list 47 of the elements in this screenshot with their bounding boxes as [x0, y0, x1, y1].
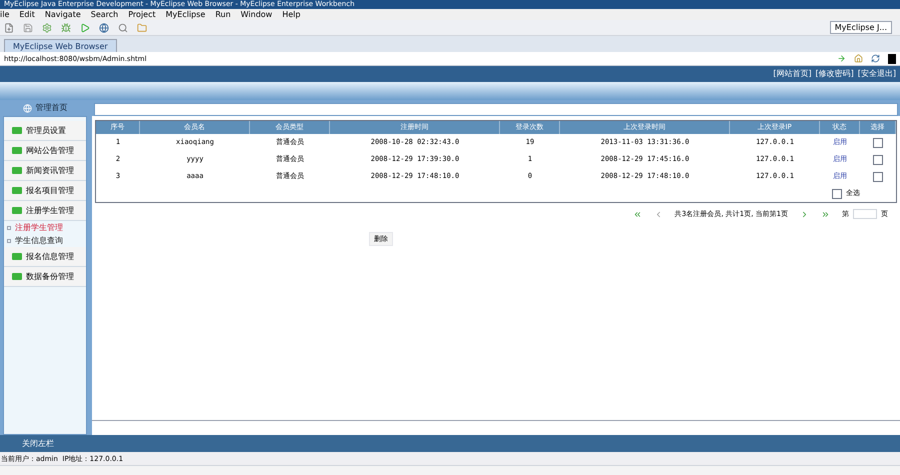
editor-tab[interactable]: MyEclipse Web Browser	[4, 39, 117, 52]
bullet-icon	[7, 226, 11, 230]
menu-item[interactable]: MyEclipse	[166, 8, 206, 20]
checkbox[interactable]	[873, 138, 883, 148]
menu-item[interactable]: Navigate	[44, 8, 81, 20]
bug-icon[interactable]	[61, 22, 71, 32]
search-icon[interactable]	[118, 22, 128, 32]
header-link[interactable]: [修改密码]	[816, 68, 854, 80]
sidebar-menu-item[interactable]: 报名信息管理	[4, 247, 86, 267]
sidebar-menu-item[interactable]: 报名项目管理	[4, 181, 86, 201]
menu-item[interactable]: Run	[215, 8, 231, 20]
gear-icon[interactable]	[42, 22, 52, 32]
checkbox[interactable]	[832, 188, 842, 198]
bullet-icon	[7, 238, 11, 242]
new-file-icon[interactable]	[4, 22, 14, 32]
perspective-button[interactable]: MyEclipse J...	[830, 21, 892, 34]
header-link[interactable]: [安全退出]	[858, 68, 896, 80]
home-icon[interactable]	[854, 54, 863, 63]
menu-item[interactable]: Search	[90, 8, 118, 20]
last-page-icon[interactable]	[821, 210, 830, 219]
square-icon	[888, 54, 896, 64]
go-icon[interactable]	[837, 54, 846, 63]
globe-icon	[22, 104, 32, 112]
sidebar-menu-item[interactable]: 注册学生管理	[4, 201, 86, 221]
sidebar-sub-item[interactable]: 学生信息查询	[4, 234, 86, 247]
sidebar-menu-item[interactable]: 管理员设置	[4, 121, 86, 141]
globe-icon[interactable]	[99, 22, 109, 32]
menu-item[interactable]: Window	[240, 8, 272, 20]
header-link[interactable]: [网站首页]	[773, 68, 812, 80]
refresh-icon[interactable]	[871, 54, 880, 63]
play-icon[interactable]	[80, 22, 90, 32]
menu-item[interactable]: Project	[128, 8, 156, 20]
checkbox[interactable]	[873, 154, 883, 164]
first-page-icon[interactable]	[632, 210, 642, 219]
sidebar-sub-item[interactable]: 注册学生管理	[4, 221, 86, 234]
sidebar-menu-item[interactable]: 新闻资讯管理	[4, 161, 86, 181]
sidebar-title: 管理首页	[36, 102, 68, 114]
save-icon[interactable]	[23, 22, 33, 32]
close-sidebar-button[interactable]: 关闭左栏	[22, 438, 54, 450]
next-page-icon[interactable]	[800, 210, 809, 219]
menu-item[interactable]: Help	[282, 8, 300, 20]
page-number-field[interactable]	[853, 209, 877, 220]
menu-item[interactable]: Edit	[19, 8, 35, 20]
menu-item[interactable]: ile	[0, 8, 10, 20]
checkbox[interactable]	[873, 172, 883, 182]
sidebar-menu-item[interactable]: 网站公告管理	[4, 141, 86, 161]
sidebar-menu-item[interactable]: 数据备份管理	[4, 267, 86, 287]
